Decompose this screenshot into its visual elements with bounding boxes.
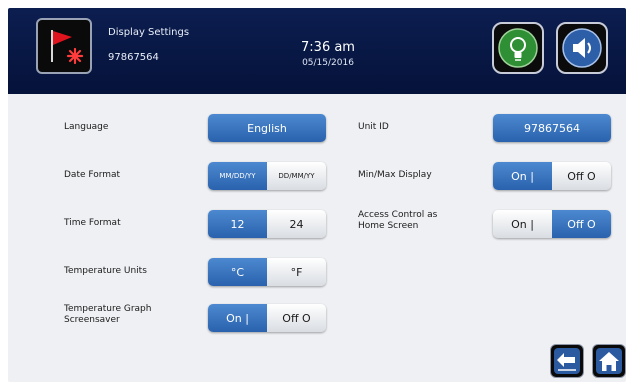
language-label: Language (64, 122, 109, 132)
temperature-fahrenheit-option[interactable]: °F (267, 258, 326, 286)
header-unit-id: 97867564 (108, 52, 159, 63)
home-icon (596, 348, 622, 374)
header-bar: Display Settings 97867564 7:36 am 05/15/… (8, 8, 626, 94)
time-format-label: Time Format (64, 218, 121, 228)
min-max-display-label: Min/Max Display (358, 170, 432, 180)
date-format-toggle: MM/DD/YY DD/MM/YY (208, 162, 326, 190)
display-settings-screen: Display Settings 97867564 7:36 am 05/15/… (8, 8, 626, 382)
date-format-mmddyy-option[interactable]: MM/DD/YY (208, 162, 267, 190)
unit-id-button[interactable]: 97867564 (493, 114, 611, 142)
settings-panel: Language English Unit ID 97867564 Date F… (8, 94, 626, 382)
min-max-off-option[interactable]: Off O (552, 162, 611, 190)
date-format-label: Date Format (64, 170, 121, 180)
speaker-icon (562, 28, 602, 68)
temperature-units-toggle: °C °F (208, 258, 326, 286)
time-format-toggle: 12 24 (208, 210, 326, 238)
graph-screensaver-label-line2: Screensaver (64, 315, 120, 325)
temperature-celsius-option[interactable]: °C (208, 258, 267, 286)
time-format-12-option[interactable]: 12 (208, 210, 267, 238)
home-button[interactable] (592, 344, 626, 378)
min-max-display-toggle: On | Off O (493, 162, 611, 190)
current-time: 7:36 am (301, 40, 355, 55)
graph-screensaver-on-option[interactable]: On | (208, 304, 267, 332)
time-format-24-option[interactable]: 24 (267, 210, 326, 238)
unit-id-label: Unit ID (358, 122, 389, 132)
graph-screensaver-off-option[interactable]: Off O (267, 304, 326, 332)
min-max-on-option[interactable]: On | (493, 162, 552, 190)
screen-title: Display Settings (108, 27, 190, 38)
access-control-label-line1: Access Control as (358, 210, 438, 220)
back-button[interactable] (550, 344, 584, 378)
light-button[interactable] (492, 22, 544, 74)
access-control-toggle: On | Off O (493, 210, 611, 238)
temperature-units-label: Temperature Units (64, 266, 147, 276)
access-control-on-option[interactable]: On | (493, 210, 552, 238)
access-control-off-option[interactable]: Off O (552, 210, 611, 238)
date-format-ddmmyy-option[interactable]: DD/MM/YY (267, 162, 326, 190)
graph-screensaver-toggle: On | Off O (208, 304, 326, 332)
red-flag-alarm-icon (36, 18, 92, 74)
sound-button[interactable] (556, 22, 608, 74)
current-date: 05/15/2016 (302, 58, 354, 68)
back-arrow-icon (554, 348, 580, 374)
access-control-label-line2: Home Screen (358, 221, 419, 231)
language-button[interactable]: English (208, 114, 326, 142)
graph-screensaver-label-line1: Temperature Graph (64, 304, 152, 314)
lightbulb-icon (498, 28, 538, 68)
